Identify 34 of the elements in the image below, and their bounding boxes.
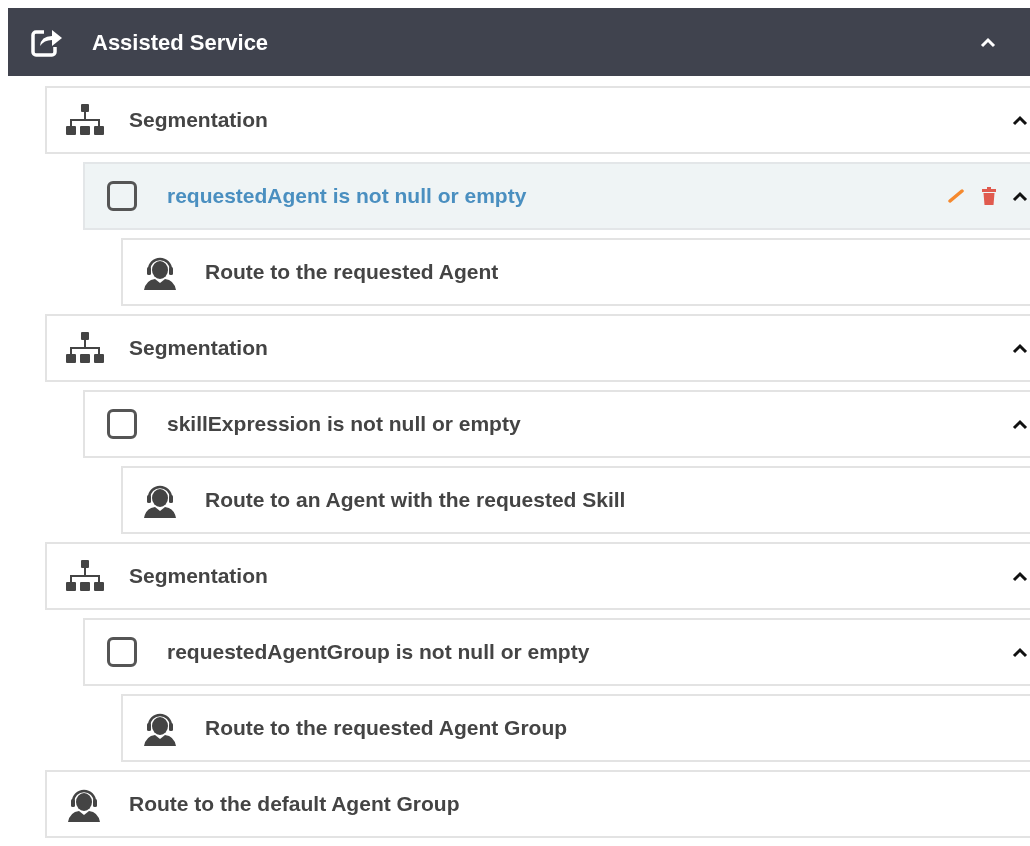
segmentation-row[interactable]: Segmentation [45,542,1030,610]
collapse-icon[interactable] [1012,190,1028,202]
trash-icon[interactable] [982,187,996,205]
condition-label: skillExpression is not null or empty [167,411,522,438]
route-label: Route to the requested Agent [205,259,499,286]
segmentation-label: Segmentation [129,563,269,590]
checkbox[interactable] [107,181,137,211]
route-label: Route to the requested Agent Group [205,715,568,742]
route-row[interactable]: Route to the requested Agent Group [121,694,1030,762]
collapse-icon[interactable] [1012,418,1028,430]
collapse-icon[interactable] [1012,570,1028,582]
route-label: Route to an Agent with the requested Skill [205,487,626,514]
condition-label: requestedAgent is not null or empty [167,183,528,210]
segmentation-label: Segmentation [129,335,269,362]
checkbox[interactable] [107,409,137,439]
collapse-icon[interactable] [1012,114,1028,126]
segmentation-row[interactable]: Segmentation [45,314,1030,382]
section-header[interactable]: Assisted Service [8,8,1030,76]
collapse-icon[interactable] [1012,342,1028,354]
route-row[interactable]: Route to the default Agent Group [45,770,1030,838]
sitemap-icon [65,331,105,365]
segmentation-label: Segmentation [129,107,269,134]
condition-label: requestedAgentGroup is not null or empty [167,639,591,666]
collapse-icon[interactable] [1012,646,1028,658]
condition-row[interactable]: skillExpression is not null or empty [83,390,1030,458]
route-row[interactable]: Route to an Agent with the requested Skill [121,466,1030,534]
route-row[interactable]: Route to the requested Agent [121,238,1030,306]
section-title: Assisted Service [92,28,270,57]
condition-row[interactable]: requestedAgentGroup is not null or empty [83,618,1030,686]
sitemap-icon [65,103,105,137]
checkbox[interactable] [107,637,137,667]
route-label: Route to the default Agent Group [129,791,460,818]
segmentation-row[interactable]: Segmentation [45,86,1030,154]
sitemap-icon [65,559,105,593]
